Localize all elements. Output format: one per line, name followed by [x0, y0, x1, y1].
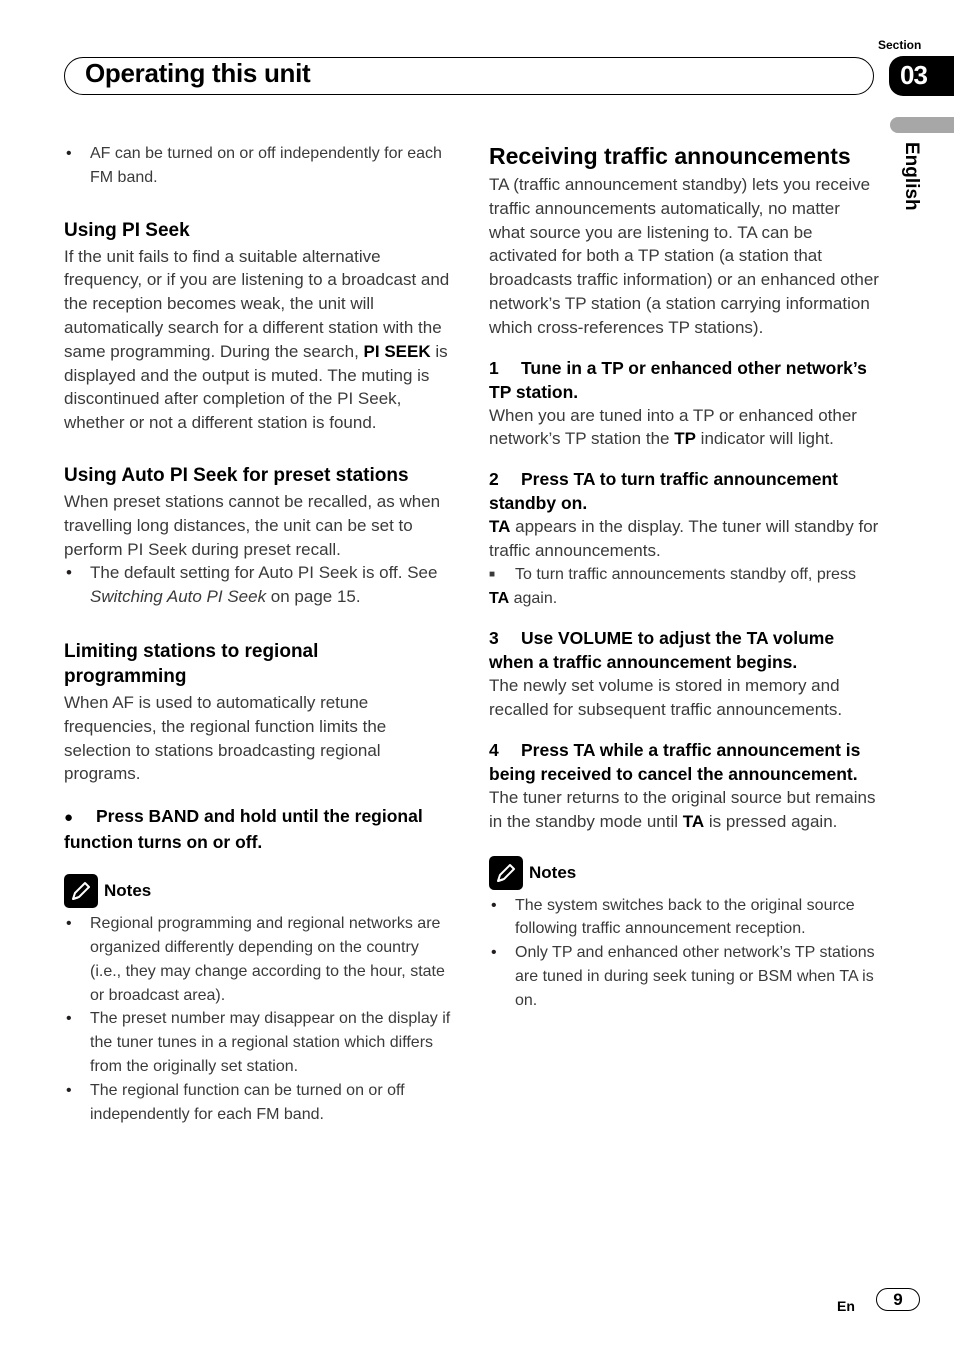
pi-seek-body: If the unit fails to find a suitable alt…	[64, 245, 454, 435]
tp-indicator: TP	[674, 429, 696, 449]
procedure-step-1: 1 Tune in a TP or enhanced other network’…	[489, 356, 879, 404]
footer-language-code: En	[837, 1298, 855, 1314]
note-item: Only TP and enhanced other network’s TP …	[489, 941, 879, 1012]
notes-header: Notes	[64, 874, 454, 909]
step-title: Press TA to turn traffic announcement st…	[489, 469, 838, 514]
step-title: Press TA while a traffic announcement is…	[489, 739, 861, 784]
note-item: The regional function can be turned on o…	[64, 1079, 454, 1127]
procedure-step-3: 3 Use VOLUME to adjust the TA volume when…	[489, 626, 879, 674]
language-label: English	[901, 142, 922, 211]
right-column: Receiving traffic announcements TA (traf…	[489, 142, 879, 1013]
traffic-intro: TA (traffic announcement standby) lets y…	[489, 175, 879, 337]
step-body: TA appears in the display. The tuner wil…	[489, 515, 879, 563]
regional-body: When AF is used to automatically retune …	[64, 692, 387, 784]
step-number: 2	[489, 469, 499, 490]
step-number: 3	[489, 628, 499, 649]
text-run: is pressed again.	[704, 811, 838, 831]
left-column: AF can be turned on or off independently…	[64, 142, 454, 1126]
section-heading-pi-seek: Using PI Seek	[64, 219, 190, 241]
pi-seek-indicator: PI SEEK	[363, 341, 431, 361]
text-run: on page 15.	[266, 587, 361, 607]
note-item: The preset number may disappear on the d…	[64, 1007, 454, 1078]
step-body: The newly set volume is stored in memory…	[489, 676, 843, 720]
procedure-step-2: 2 Press TA to turn traffic announcement s…	[489, 467, 879, 515]
language-tab-marker	[890, 117, 954, 133]
note-item: Regional programming and regional networ…	[64, 912, 454, 1007]
step-number: 4	[489, 739, 499, 760]
section-number-badge: 03	[889, 56, 954, 96]
section-number: 03	[900, 60, 928, 90]
step-title: Tune in a TP or enhanced other network’s…	[489, 357, 867, 402]
text-run: The default setting for Auto PI Seek is …	[90, 563, 438, 583]
step-body: The tuner returns to the original source…	[489, 786, 879, 834]
text-run: indicator will light.	[695, 429, 834, 449]
auto-pi-seek-body: When preset stations cannot be recalled,…	[64, 491, 441, 559]
step-title: Use VOLUME to adjust the TA volume when …	[489, 628, 835, 673]
list-item: The default setting for Auto PI Seek is …	[64, 561, 454, 609]
procedure-step: Press BAND and hold until the regional f…	[64, 804, 454, 854]
pencil-icon	[64, 874, 98, 909]
ta-indicator: TA	[489, 517, 511, 537]
notes-label: Notes	[104, 881, 152, 901]
notes-label: Notes	[529, 862, 577, 882]
page-number: 9	[876, 1288, 920, 1311]
ta-button-ref: TA	[682, 811, 705, 831]
step-number: 1	[489, 357, 499, 378]
text-run: again.	[509, 589, 558, 607]
cross-reference-link: Switching Auto PI Seek	[90, 587, 267, 607]
text-run: To turn traffic announcements standby of…	[515, 565, 856, 583]
notes-header: Notes	[489, 855, 879, 890]
list-item: AF can be turned on or off independently…	[64, 142, 454, 190]
note-item: The system switches back to the original…	[489, 894, 879, 942]
section-heading-auto-pi-seek: Using Auto PI Seek for preset stations	[64, 464, 409, 486]
page-title: Operating this unit	[85, 58, 311, 88]
section-heading-traffic: Receiving traffic announcements	[489, 143, 851, 169]
sub-note: To turn traffic announcements standby of…	[489, 563, 879, 611]
step-body: When you are tuned into a TP or enhanced…	[489, 404, 879, 452]
procedure-step-4: 4 Press TA while a traffic announcement i…	[489, 738, 879, 786]
section-label: Section	[878, 38, 922, 52]
ta-button-ref: TA	[489, 589, 510, 607]
section-heading-regional: Limiting stations to regional programmin…	[64, 640, 319, 687]
pencil-icon	[489, 855, 523, 890]
text-run: appears in the display. The tuner will s…	[489, 517, 879, 560]
